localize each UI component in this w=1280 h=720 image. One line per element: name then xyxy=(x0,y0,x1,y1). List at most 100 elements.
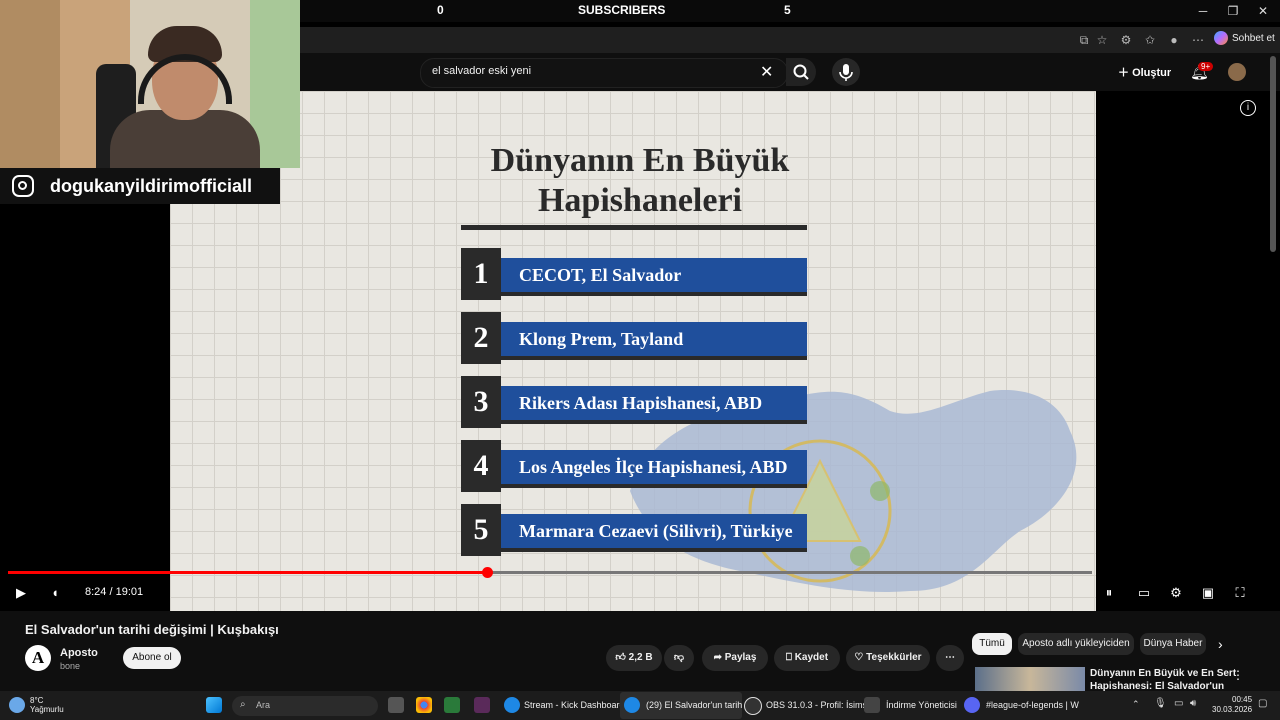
video-player[interactable]: Dünyanın En Büyük Hapishaneleri 1 CECOT,… xyxy=(170,91,1096,611)
profile-icon[interactable]: ● xyxy=(1166,32,1182,48)
search-button[interactable] xyxy=(786,58,816,86)
page-scrollbar[interactable] xyxy=(1270,56,1276,252)
progress-scrubber-handle[interactable] xyxy=(481,567,493,578)
volume-icon[interactable]: ◖ xyxy=(46,585,64,600)
instagram-banner: dogukanyildirimofficiall xyxy=(0,168,280,204)
search-icon xyxy=(793,64,809,80)
webcam-overlay xyxy=(0,0,300,168)
weather-widget[interactable]: 8°C Yağmurlu xyxy=(30,696,64,714)
theater-mode-icon[interactable]: ▣ xyxy=(1199,585,1217,601)
recommended-title[interactable]: Dünyanın En Büyük ve En Sert Hapishanesi… xyxy=(1090,667,1240,691)
taskbar-app-kick[interactable]: Stream - Kick Dashboard xyxy=(524,700,625,710)
epic-icon[interactable] xyxy=(864,697,880,713)
time-display: 8:24 / 19:01 xyxy=(85,586,144,598)
overlay-left-count: 0 xyxy=(437,3,444,17)
chip-all[interactable]: Tümü xyxy=(972,633,1012,655)
windows-start-icon[interactable] xyxy=(206,697,222,713)
taskbar-search[interactable]: ⌕ Ara xyxy=(232,696,378,716)
autoplay-toggle-icon[interactable]: ⏸ xyxy=(1100,585,1118,601)
create-label: Oluştur xyxy=(1132,67,1172,79)
minimize-icon[interactable]: ─ xyxy=(1193,4,1213,18)
rank-label: Los Angeles İlçe Hapishanesi, ABD xyxy=(501,450,807,488)
chrome-icon[interactable] xyxy=(416,697,432,713)
maximize-icon[interactable]: ❐ xyxy=(1223,4,1243,18)
app-install-icon[interactable]: ⧉ xyxy=(1076,32,1092,48)
channel-avatar[interactable]: A xyxy=(25,645,51,671)
copilot-label: Sohbet et xyxy=(1232,32,1275,44)
share-icon: ➦ xyxy=(713,652,725,663)
share-button[interactable]: ➦ Paylaş xyxy=(702,645,768,671)
rank-number: 4 xyxy=(461,440,501,492)
obs-icon[interactable] xyxy=(744,697,762,715)
search-query-text: el salvador eski yeni xyxy=(432,65,532,77)
thumbs-down-icon: 👎︎ xyxy=(673,652,685,663)
extensions-icon[interactable]: ⚙ xyxy=(1118,32,1134,48)
thanks-button[interactable]: ♡ Teşekkürler xyxy=(846,645,930,671)
settings-gear-icon[interactable]: ⚙ xyxy=(1167,585,1185,601)
thanks-label: Teşekkürler xyxy=(866,652,922,663)
tray-chevron-icon[interactable]: ⌃ xyxy=(1132,699,1140,710)
slide-title: Dünyanın En Büyük Hapishaneleri xyxy=(460,141,820,221)
thumbs-up-icon: 👍︎ xyxy=(615,652,629,663)
chip-world-news[interactable]: Dünya Haber xyxy=(1140,633,1206,655)
recommended-menu-icon[interactable]: ⋮ xyxy=(1232,668,1244,682)
taskbar-app-discord[interactable]: #league-of-legends | W xyxy=(986,700,1079,710)
user-avatar[interactable] xyxy=(1228,63,1246,81)
close-window-icon[interactable]: ✕ xyxy=(1253,4,1273,18)
taskbar-app-youtube[interactable]: (29) El Salvador'un tarih xyxy=(646,700,742,710)
copilot-chat-button[interactable]: Sohbet et xyxy=(1214,31,1275,45)
subtitles-icon[interactable]: ▭ xyxy=(1135,585,1153,601)
weather-icon[interactable] xyxy=(9,697,25,713)
save-button[interactable]: ⎕ Kaydet xyxy=(774,645,840,671)
favorite-star-icon[interactable]: ☆ xyxy=(1094,32,1110,48)
thanks-icon: ♡ xyxy=(854,652,867,663)
taskbar-clock[interactable]: 00:45 30.03.2026 xyxy=(1212,695,1252,715)
slide-title-line1: Dünyanın En Büyük xyxy=(490,142,790,179)
rank-number: 3 xyxy=(461,376,501,428)
app-icon[interactable] xyxy=(444,697,460,713)
rank-number: 1 xyxy=(461,248,501,300)
search-icon: ⌕ xyxy=(240,699,246,710)
recommended-thumbnail[interactable] xyxy=(975,667,1085,691)
edge-icon[interactable] xyxy=(504,697,520,713)
more-actions-button[interactable]: ⋯ xyxy=(936,645,964,671)
microphone-icon xyxy=(839,64,853,81)
speaker-icon[interactable]: 🔊︎ xyxy=(1190,698,1196,709)
favorites-icon[interactable]: ✩ xyxy=(1142,32,1158,48)
browser-menu-icon[interactable]: ⋯ xyxy=(1190,32,1206,48)
play-icon[interactable]: ▶ xyxy=(12,585,30,601)
clock-time: 00:45 xyxy=(1232,695,1253,704)
copilot-icon xyxy=(1214,31,1228,45)
plus-icon: ＋ xyxy=(1118,67,1133,79)
notification-center-icon[interactable]: ▢ xyxy=(1258,698,1267,709)
discord-icon[interactable] xyxy=(964,697,980,713)
info-icon[interactable]: i xyxy=(1240,100,1256,116)
channel-name[interactable]: Aposto xyxy=(60,647,98,659)
rank-number: 2 xyxy=(461,312,501,364)
chip-uploader[interactable]: Aposto adlı yükleyiciden xyxy=(1018,633,1134,655)
chevron-right-icon[interactable]: › xyxy=(1218,636,1223,652)
rank-label: CECOT, El Salvador xyxy=(501,258,807,296)
weather-desc: Yağmurlu xyxy=(30,705,64,714)
app-icon[interactable] xyxy=(474,697,490,713)
share-label: Paylaş xyxy=(724,652,757,663)
microphone-icon[interactable]: 🎙︎ xyxy=(1154,698,1167,709)
network-icon[interactable]: ▭ xyxy=(1174,698,1183,709)
notifications-badge: 9+ xyxy=(1198,62,1214,71)
task-view-icon[interactable] xyxy=(388,697,404,713)
rank-number: 5 xyxy=(461,504,501,556)
create-button[interactable]: ＋ Oluştur xyxy=(1118,64,1171,80)
dislike-button[interactable]: 👎︎ xyxy=(664,645,694,671)
like-button[interactable]: 👍︎ 2,2 B xyxy=(606,645,662,671)
like-count: 2,2 B xyxy=(628,652,653,663)
taskbar-app-downloads[interactable]: İndirme Yöneticisi xyxy=(886,700,957,710)
overlay-right-count: 5 xyxy=(784,3,791,17)
clear-search-icon[interactable]: ✕ xyxy=(760,62,773,82)
taskbar-app-obs[interactable]: OBS 31.0.3 - Profil: İsims xyxy=(766,700,867,710)
subscribe-button[interactable]: Abone ol xyxy=(123,647,181,669)
edge-icon[interactable] xyxy=(624,697,640,713)
video-title: El Salvador'un tarihi değişimi | Kuşbakı… xyxy=(25,622,279,637)
progress-played xyxy=(8,571,487,574)
voice-search-button[interactable] xyxy=(832,58,860,86)
fullscreen-icon[interactable]: ⛶ xyxy=(1231,585,1249,601)
